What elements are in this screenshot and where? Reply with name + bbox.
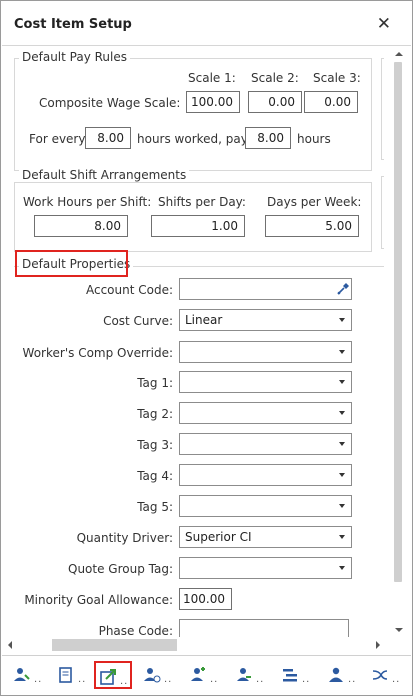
- tag-3-select[interactable]: [179, 433, 352, 455]
- work-hours-input[interactable]: 8.00: [34, 215, 128, 237]
- minority-goal-label: Minority Goal Allowance:: [24, 593, 173, 607]
- tag-2-select[interactable]: [179, 402, 352, 424]
- shift-side-group: [381, 176, 384, 249]
- hours-paid-input[interactable]: 8.00: [245, 127, 291, 149]
- toolbar-button-resources[interactable]: ..: [10, 661, 48, 689]
- settings-content: Default Pay Rules Scale 1: Scale 2: Scal…: [9, 46, 384, 641]
- toolbar-button-list[interactable]: ..: [278, 661, 316, 689]
- account-code-label: Account Code:: [85, 283, 173, 297]
- document-icon: [59, 667, 72, 683]
- toolbar-dots: ..: [348, 674, 357, 685]
- scale-3-header: Scale 3:: [313, 71, 361, 85]
- toolbar-button-user-schedule[interactable]: ..: [140, 661, 178, 689]
- toolbar-button-add-user[interactable]: ..: [186, 661, 224, 689]
- scroll-down-icon[interactable]: [395, 628, 403, 632]
- workers-comp-label: Worker's Comp Override:: [22, 346, 173, 360]
- tag-3-label: Tag 3:: [137, 438, 173, 452]
- crew-icon: [237, 668, 251, 681]
- toolbar-dots: ..: [302, 674, 311, 685]
- tag-1-label: Tag 1:: [137, 376, 173, 390]
- toolbar-dots: ..: [210, 674, 219, 685]
- properties-title-highlight: [15, 250, 128, 277]
- work-hours-label: Work Hours per Shift:: [23, 195, 152, 209]
- add-user-icon: [191, 667, 205, 681]
- scale-2-input[interactable]: 0.00: [248, 91, 302, 113]
- pay-rules-side-group: [381, 58, 384, 160]
- vertical-scrollbar[interactable]: [389, 46, 407, 641]
- user-schedule-icon: [144, 668, 161, 683]
- chevron-down-icon: [339, 535, 345, 539]
- hours-worked-input[interactable]: 8.00: [85, 127, 131, 149]
- scroll-left-icon[interactable]: [8, 641, 12, 649]
- scale-2-header: Scale 2:: [251, 71, 299, 85]
- toolbar-button-crew[interactable]: ..: [232, 661, 270, 689]
- toolbar-button-document[interactable]: ..: [54, 661, 92, 689]
- toolbar-dots: ..: [256, 674, 265, 685]
- tag-5-select[interactable]: [179, 495, 352, 517]
- chevron-down-icon: [339, 442, 345, 446]
- toolbar-dots: ..: [164, 674, 173, 685]
- picker-icon[interactable]: [336, 282, 350, 296]
- cost-curve-label: Cost Curve:: [103, 314, 173, 328]
- phase-code-label: Phase Code:: [98, 624, 173, 638]
- toolbar-dots: ..: [392, 674, 401, 685]
- quote-group-label: Quote Group Tag:: [68, 562, 173, 576]
- tag-4-select[interactable]: [179, 464, 352, 486]
- days-per-week-label: Days per Week:: [267, 195, 362, 209]
- scale-1-input[interactable]: 100.00: [186, 91, 240, 113]
- tag-2-label: Tag 2:: [137, 407, 173, 421]
- quantity-driver-value: Superior CI: [185, 530, 252, 544]
- list-icon: [283, 669, 297, 682]
- toolbar-dots: ..: [78, 674, 87, 685]
- chevron-down-icon: [339, 473, 345, 477]
- horizontal-scroll-thumb[interactable]: [52, 639, 177, 651]
- composite-wage-label: Composite Wage Scale:: [39, 96, 181, 110]
- workers-comp-select[interactable]: [179, 341, 352, 363]
- chevron-down-icon: [339, 504, 345, 508]
- minority-goal-input[interactable]: 100.00: [179, 588, 232, 610]
- title-bar: Cost Item Setup ✕: [2, 2, 411, 46]
- chevron-down-icon: [339, 318, 345, 322]
- for-every-label: For every: [29, 132, 86, 146]
- close-icon[interactable]: ✕: [377, 14, 391, 34]
- scroll-up-icon[interactable]: [395, 52, 403, 56]
- tag-5-label: Tag 5:: [137, 500, 173, 514]
- hours-label: hours: [297, 132, 331, 146]
- hours-worked-pay-label: hours worked, pay: [137, 132, 248, 146]
- tag-4-label: Tag 4:: [137, 469, 173, 483]
- cost-item-setup-panel: Cost Item Setup ✕ Default Pay Rules Scal…: [0, 0, 413, 696]
- window-title: Cost Item Setup: [14, 17, 132, 32]
- person-icon: [329, 667, 343, 682]
- chevron-down-icon: [339, 350, 345, 354]
- quantity-driver-label: Quantity Driver:: [76, 531, 173, 545]
- chevron-down-icon: [339, 411, 345, 415]
- cost-curve-value: Linear: [185, 313, 223, 327]
- cost-curve-select[interactable]: Linear: [179, 309, 352, 331]
- account-code-field[interactable]: [179, 278, 352, 300]
- scale-3-input[interactable]: 0.00: [304, 91, 358, 113]
- quote-group-select[interactable]: [179, 557, 352, 579]
- shuffle-icon: [372, 670, 388, 680]
- toolbar-dots: ..: [34, 674, 43, 685]
- scroll-right-icon[interactable]: [376, 641, 380, 649]
- scale-1-header: Scale 1:: [188, 71, 236, 85]
- shift-title: Default Shift Arrangements: [19, 168, 190, 182]
- bottom-toolbar: .. .. .. .. .. .. .. .. ..: [2, 655, 411, 695]
- chevron-down-icon: [339, 380, 345, 384]
- quantity-driver-select[interactable]: Superior CI: [179, 526, 352, 548]
- chevron-down-icon: [339, 566, 345, 570]
- pay-rules-title: Default Pay Rules: [19, 50, 130, 64]
- resources-icon: [14, 668, 30, 681]
- vertical-scroll-thumb[interactable]: [394, 62, 402, 582]
- shifts-per-day-input[interactable]: 1.00: [151, 215, 245, 237]
- export-icon: [100, 669, 116, 685]
- tag-1-select[interactable]: [179, 371, 352, 393]
- toolbar-button-shuffle[interactable]: ..: [368, 661, 406, 689]
- toolbar-dots: ..: [120, 676, 129, 687]
- toolbar-button-person[interactable]: ..: [324, 661, 362, 689]
- shifts-per-day-label: Shifts per Day:: [158, 195, 246, 209]
- days-per-week-input[interactable]: 5.00: [265, 215, 359, 237]
- toolbar-button-export[interactable]: ..: [94, 661, 132, 689]
- horizontal-scrollbar[interactable]: [2, 637, 389, 653]
